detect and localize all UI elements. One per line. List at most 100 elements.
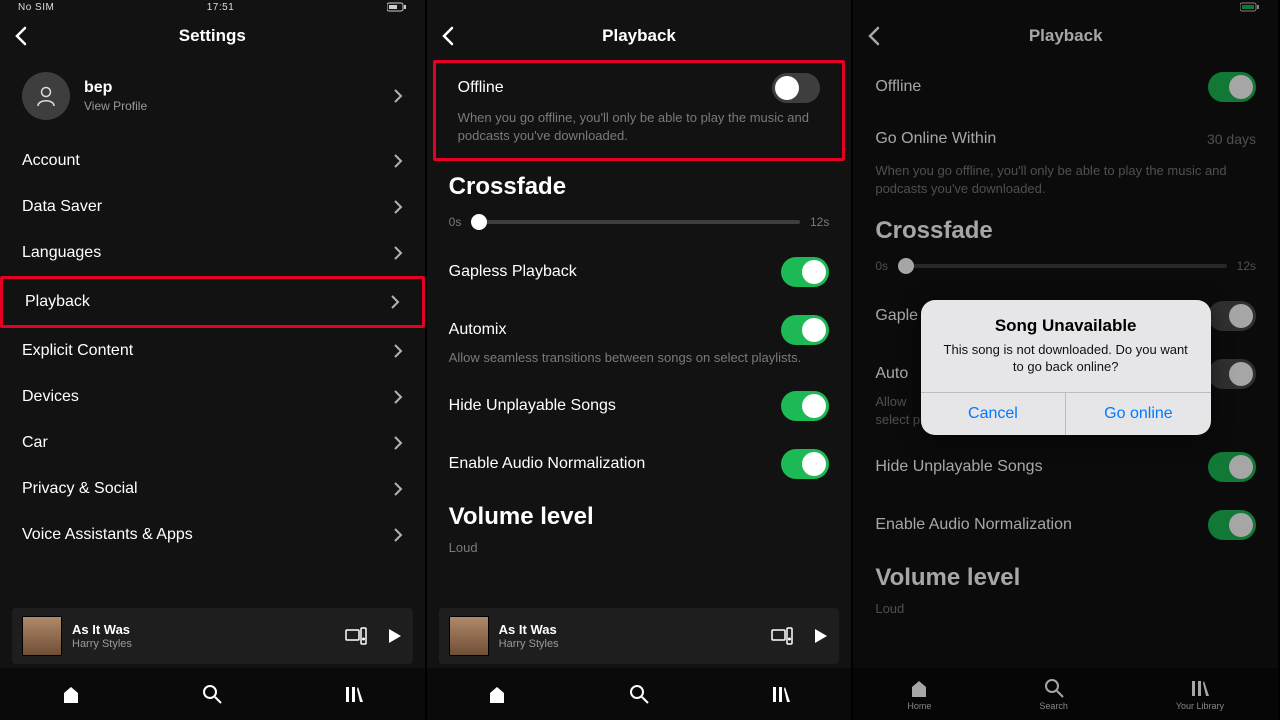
chevron-right-icon bbox=[393, 153, 403, 169]
nav-library[interactable] bbox=[343, 683, 365, 705]
now-playing-bar[interactable]: As It Was Harry Styles bbox=[439, 608, 840, 664]
volume-heading: Volume level bbox=[427, 493, 852, 537]
dialog-confirm-button[interactable]: Go online bbox=[1065, 393, 1211, 435]
profile-row[interactable]: bep View Profile bbox=[0, 58, 425, 138]
top-bar: Playback bbox=[427, 14, 852, 58]
normalization-toggle[interactable] bbox=[781, 449, 829, 479]
settings-row-playback[interactable]: Playback bbox=[0, 276, 425, 328]
slider-max: 12s bbox=[810, 215, 829, 229]
back-button[interactable] bbox=[14, 26, 28, 46]
hide-unplayable-toggle[interactable] bbox=[781, 391, 829, 421]
slider-min: 0s bbox=[449, 215, 462, 229]
offline-desc: When you go offline, you'll only be able… bbox=[436, 109, 843, 154]
slider-track[interactable] bbox=[471, 220, 800, 224]
now-playing-song: As It Was bbox=[72, 622, 335, 637]
nav-home[interactable] bbox=[486, 683, 508, 705]
play-icon[interactable] bbox=[385, 627, 403, 645]
gapless-row[interactable]: Gapless Playback bbox=[427, 243, 852, 301]
status-bar bbox=[427, 0, 852, 14]
carrier-label: No SIM bbox=[18, 2, 54, 13]
library-icon bbox=[343, 683, 365, 705]
devices-icon[interactable] bbox=[345, 627, 367, 645]
offline-block-highlight: Offline When you go offline, you'll only… bbox=[433, 60, 846, 161]
row-label: Explicit Content bbox=[22, 342, 133, 360]
status-bar: No SIM 17:51 bbox=[0, 0, 425, 14]
album-cover bbox=[449, 616, 489, 656]
row-label: Playback bbox=[25, 293, 90, 311]
nav-search[interactable] bbox=[201, 683, 223, 705]
row-label: Languages bbox=[22, 244, 101, 262]
devices-icon[interactable] bbox=[771, 627, 793, 645]
volume-sub: Loud bbox=[427, 537, 852, 567]
search-icon bbox=[628, 683, 650, 705]
chevron-right-icon bbox=[393, 343, 403, 359]
chevron-right-icon bbox=[393, 199, 403, 215]
hide-unplayable-row[interactable]: Hide Unplayable Songs bbox=[427, 377, 852, 435]
crossfade-slider[interactable]: 0s 12s bbox=[427, 207, 852, 243]
now-playing-bar[interactable]: As It Was Harry Styles bbox=[12, 608, 413, 664]
row-label: Offline bbox=[458, 79, 504, 97]
row-label: Privacy & Social bbox=[22, 480, 138, 498]
gapless-toggle[interactable] bbox=[781, 257, 829, 287]
row-label: Gapless Playback bbox=[449, 263, 577, 281]
dialog-title: Song Unavailable bbox=[939, 316, 1193, 336]
nav-library[interactable] bbox=[770, 683, 792, 705]
row-label: Enable Audio Normalization bbox=[449, 455, 646, 473]
nav-home[interactable] bbox=[60, 683, 82, 705]
dialog-message: This song is not downloaded. Do you want… bbox=[939, 342, 1193, 376]
home-icon bbox=[60, 683, 82, 705]
settings-row-account[interactable]: Account bbox=[0, 138, 425, 184]
top-bar: Settings bbox=[0, 14, 425, 58]
avatar bbox=[22, 72, 70, 120]
settings-row-devices[interactable]: Devices bbox=[0, 374, 425, 420]
automix-row[interactable]: Automix bbox=[427, 301, 852, 349]
slider-thumb[interactable] bbox=[471, 214, 487, 230]
row-label: Car bbox=[22, 434, 48, 452]
settings-row-car[interactable]: Car bbox=[0, 420, 425, 466]
song-unavailable-dialog: Song Unavailable This song is not downlo… bbox=[921, 300, 1211, 435]
search-icon bbox=[201, 683, 223, 705]
settings-row-voice[interactable]: Voice Assistants & Apps bbox=[0, 512, 425, 558]
back-button[interactable] bbox=[441, 26, 455, 46]
normalization-row[interactable]: Enable Audio Normalization bbox=[427, 435, 852, 493]
row-label: Voice Assistants & Apps bbox=[22, 526, 193, 544]
row-label: Devices bbox=[22, 388, 79, 406]
chevron-right-icon bbox=[393, 527, 403, 543]
chevron-right-icon bbox=[390, 294, 400, 310]
bottom-nav bbox=[0, 668, 425, 720]
profile-sub: View Profile bbox=[84, 99, 393, 113]
battery-icon bbox=[387, 2, 407, 12]
screen-playback: Playback Offline When you go offline, yo… bbox=[427, 0, 854, 720]
play-icon[interactable] bbox=[811, 627, 829, 645]
album-cover bbox=[22, 616, 62, 656]
profile-name: bep bbox=[84, 79, 393, 97]
chevron-right-icon bbox=[393, 88, 403, 104]
automix-desc: Allow seamless transitions between songs… bbox=[427, 349, 852, 377]
dialog-cancel-button[interactable]: Cancel bbox=[921, 393, 1066, 435]
settings-row-explicit[interactable]: Explicit Content bbox=[0, 328, 425, 374]
clock-label: 17:51 bbox=[207, 2, 235, 13]
bottom-nav bbox=[427, 668, 852, 720]
library-icon bbox=[770, 683, 792, 705]
screen-settings: No SIM 17:51 Settings bep View Profile A… bbox=[0, 0, 427, 720]
offline-row[interactable]: Offline bbox=[436, 63, 843, 109]
settings-row-privacy[interactable]: Privacy & Social bbox=[0, 466, 425, 512]
nav-search[interactable] bbox=[628, 683, 650, 705]
settings-row-data-saver[interactable]: Data Saver bbox=[0, 184, 425, 230]
row-label: Data Saver bbox=[22, 198, 102, 216]
now-playing-artist: Harry Styles bbox=[72, 638, 335, 650]
chevron-right-icon bbox=[393, 481, 403, 497]
chevron-right-icon bbox=[393, 245, 403, 261]
crossfade-heading: Crossfade bbox=[427, 163, 852, 207]
chevron-right-icon bbox=[393, 435, 403, 451]
row-label: Account bbox=[22, 152, 80, 170]
now-playing-artist: Harry Styles bbox=[499, 638, 762, 650]
now-playing-song: As It Was bbox=[499, 622, 762, 637]
row-label: Automix bbox=[449, 321, 507, 339]
offline-toggle[interactable] bbox=[772, 73, 820, 103]
screen-playback-offline: Playback Offline Go Online Within 30 day… bbox=[853, 0, 1280, 720]
row-label: Hide Unplayable Songs bbox=[449, 397, 616, 415]
automix-toggle[interactable] bbox=[781, 315, 829, 345]
page-title: Settings bbox=[0, 26, 425, 46]
settings-row-languages[interactable]: Languages bbox=[0, 230, 425, 276]
